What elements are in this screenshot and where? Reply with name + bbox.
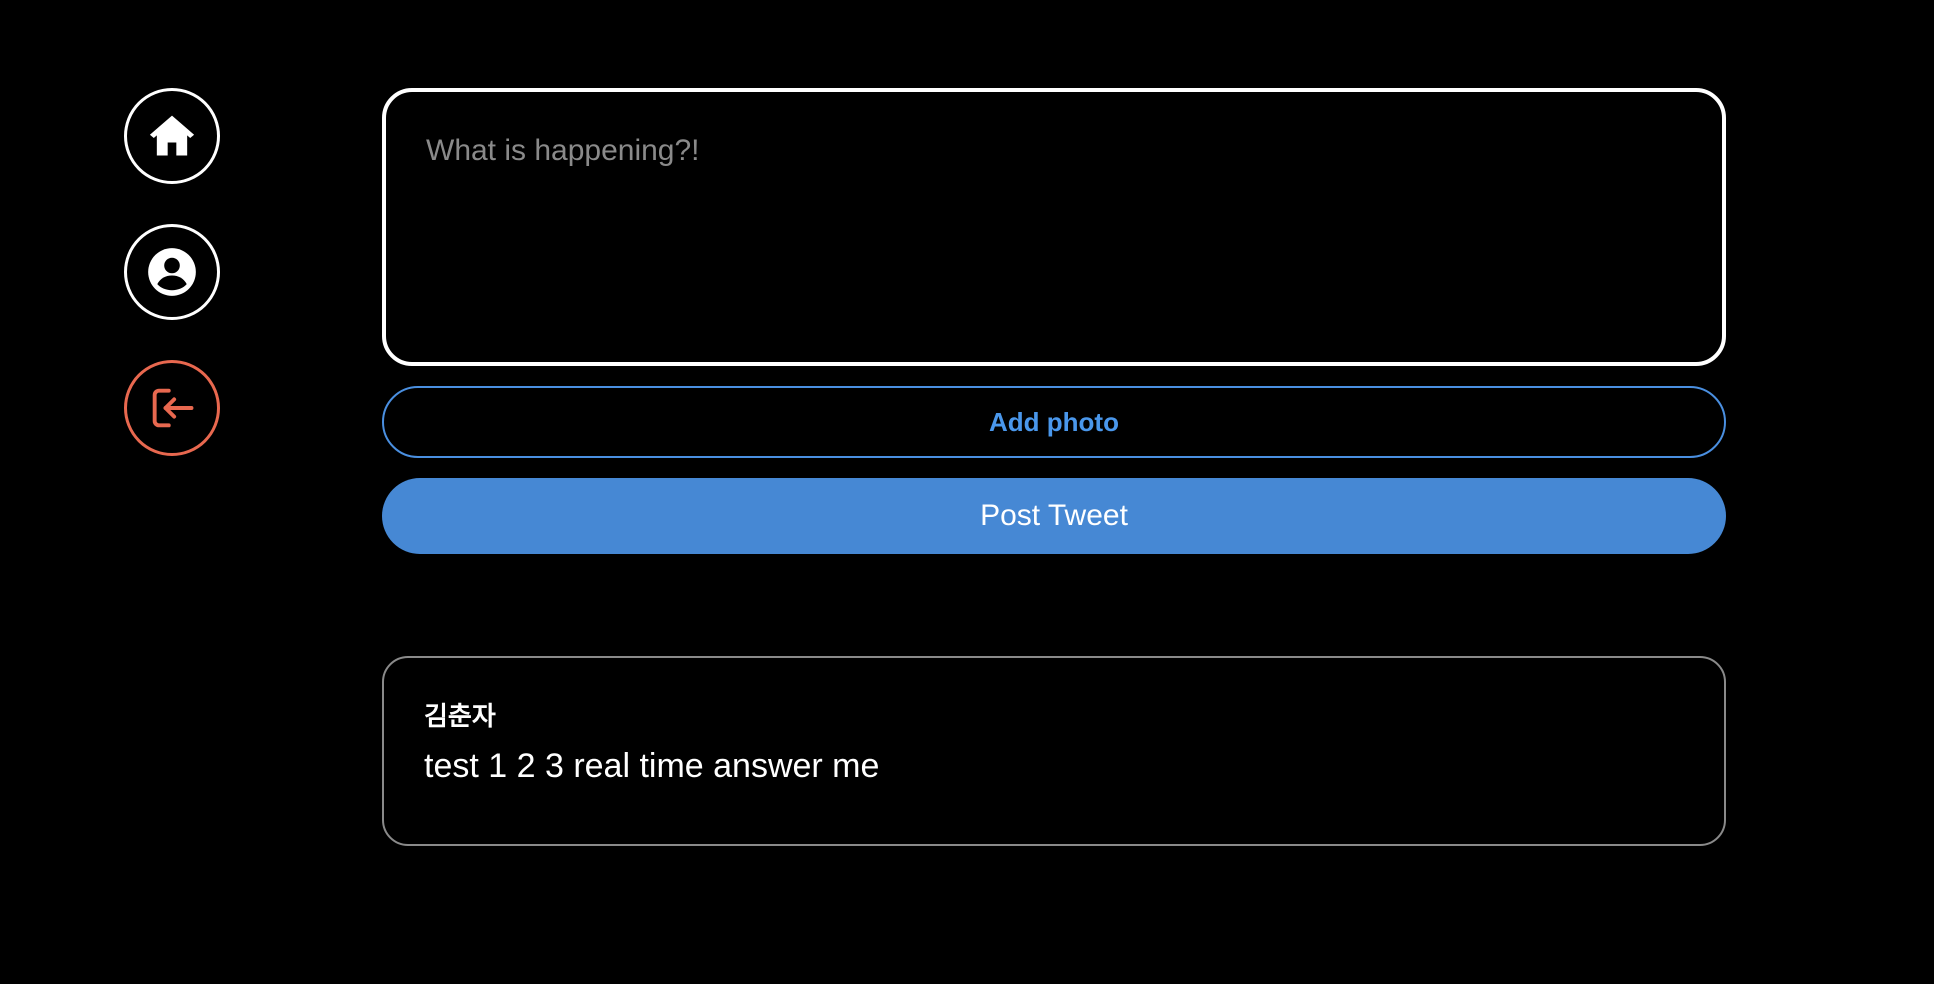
tweet-text: test 1 2 3 real time answer me [424,747,880,785]
tweet-card: 김춘자 test 1 2 3 real time answer me [382,656,1726,846]
tweet-feed: 김춘자 test 1 2 3 real time answer me [382,656,1726,846]
page: Add photo Post Tweet 김춘자 test 1 2 3 real… [0,0,1934,984]
post-tweet-label: Post Tweet [980,499,1128,532]
home-icon [149,115,195,156]
logout-icon [152,388,194,428]
profile-button[interactable] [124,224,220,320]
tweet-username: 김춘자 [424,702,496,732]
sidebar-nav [124,88,220,456]
logout-button[interactable] [124,360,220,456]
add-photo-button[interactable]: Add photo [382,386,1726,458]
main-column: Add photo Post Tweet 김춘자 test 1 2 3 real… [382,88,1726,846]
home-button[interactable] [124,88,220,184]
post-tweet-button[interactable]: Post Tweet [382,478,1726,554]
add-photo-label: Add photo [989,406,1119,437]
tweet-compose-input[interactable] [382,88,1726,366]
user-icon [148,248,196,296]
